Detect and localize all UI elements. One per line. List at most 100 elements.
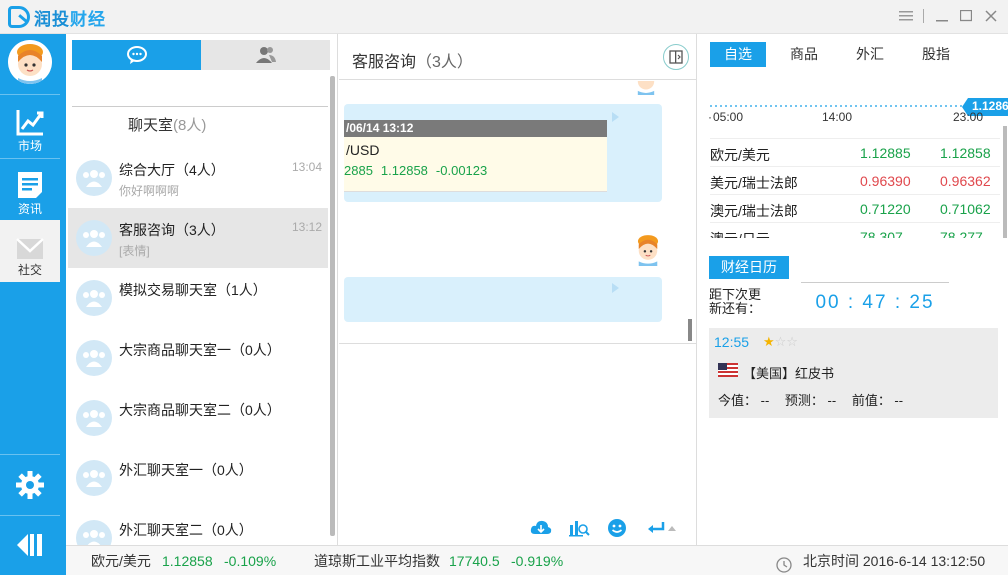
group-icon bbox=[76, 340, 112, 376]
time-tick: 14:00 bbox=[822, 110, 853, 124]
room-name: 模拟交易聊天室（1人） bbox=[119, 282, 267, 298]
close-icon[interactable] bbox=[980, 6, 1002, 26]
quote-value: 78.277 bbox=[940, 229, 983, 238]
chat-room-item[interactable]: 客服咨询（3人） 13:12 [表情] bbox=[68, 208, 328, 268]
avatar bbox=[631, 81, 661, 95]
chart-search-button[interactable] bbox=[568, 517, 590, 539]
send-button[interactable] bbox=[645, 517, 667, 539]
room-time: 13:04 bbox=[291, 160, 322, 174]
chat-room-item[interactable]: 模拟交易聊天室（1人） bbox=[68, 268, 328, 328]
quote-card-change: -0.00123 bbox=[435, 163, 488, 178]
chat-room-list: 综合大厅（4人） 13:04 你好啊啊啊 客服咨询（3人） 13:12 [表情]… bbox=[68, 148, 328, 568]
tab-indices[interactable]: 股指 bbox=[908, 42, 964, 67]
tab-watchlist[interactable]: 自选 bbox=[710, 42, 766, 67]
title-bar: 润投财经 bbox=[0, 0, 1008, 34]
room-list-scrollbar[interactable] bbox=[330, 76, 335, 536]
room-time: 13:12 bbox=[291, 220, 322, 234]
room-name: 综合大厅（4人） bbox=[119, 162, 225, 178]
chat-room-item[interactable]: 大宗商品聊天室二（0人） bbox=[68, 388, 328, 448]
input-divider bbox=[339, 343, 697, 344]
countdown-label: 距下次更新还有： bbox=[709, 287, 762, 316]
logo-text-part2: 财经 bbox=[70, 9, 106, 29]
quote-value: 1.12858 bbox=[940, 145, 991, 161]
separator bbox=[917, 6, 931, 26]
minimize-icon[interactable] bbox=[931, 6, 953, 26]
finance-calendar-button[interactable]: 财经日历 bbox=[709, 256, 789, 279]
time-tick: 05:00 bbox=[713, 110, 744, 124]
group-icon bbox=[76, 460, 112, 496]
quote-share-card[interactable]: /06/14 13:12 /USD 2885 1.12858 -0.00123 bbox=[344, 120, 607, 192]
event-current: 今值： -- bbox=[718, 393, 770, 408]
room-name: 大宗商品聊天室二（0人） bbox=[119, 402, 281, 418]
smiley-icon bbox=[608, 519, 626, 537]
chat-room-heading-title: 聊天室 bbox=[128, 117, 174, 134]
table-row[interactable]: 美元/瑞士法郎 0.96390 0.96362 bbox=[710, 166, 1000, 194]
quote-value: 0.96390 bbox=[860, 173, 911, 189]
quote-card-header: /06/14 13:12 bbox=[344, 120, 607, 137]
contacts-icon bbox=[255, 47, 276, 63]
chat-room-item[interactable]: 综合大厅（4人） 13:04 你好啊啊啊 bbox=[68, 148, 328, 208]
chat-bubble-icon bbox=[126, 46, 147, 64]
quote-name: 澳元/瑞士法郎 bbox=[710, 203, 798, 219]
time-tick: · bbox=[708, 110, 712, 124]
menu-icon[interactable] bbox=[895, 6, 917, 26]
status-ticker-name: 道琼斯工业平均指数 bbox=[314, 553, 440, 569]
market-chart-icon bbox=[16, 110, 44, 136]
status-ticker-change: -0.109% bbox=[224, 553, 277, 569]
quote-value: 0.71062 bbox=[940, 201, 991, 217]
chat-room-item[interactable]: 大宗商品聊天室一（0人） bbox=[68, 328, 328, 388]
chat-title-name: 客服咨询 bbox=[352, 54, 417, 71]
quote-scrollbar[interactable] bbox=[1003, 126, 1007, 238]
quote-value: 78.307 bbox=[860, 229, 903, 238]
nav-item-market[interactable]: 市场 bbox=[0, 96, 60, 158]
tab-commodities[interactable]: 商品 bbox=[776, 42, 832, 67]
message-scrollbar[interactable] bbox=[688, 319, 692, 341]
cloud-download-button[interactable] bbox=[530, 517, 552, 539]
app-logo: 润投财经 bbox=[8, 5, 106, 30]
event-time: 12:55 bbox=[714, 334, 750, 350]
nav-item-news-label: 资讯 bbox=[17, 202, 42, 216]
quote-name: 欧元/美元 bbox=[710, 147, 770, 163]
room-preview: 你好啊啊啊 bbox=[119, 184, 180, 198]
settings-button[interactable] bbox=[0, 456, 60, 514]
logo-text: 润投财经 bbox=[34, 5, 106, 30]
event-values: 今值： -- 预测： -- 前值： -- bbox=[718, 390, 915, 409]
nav-item-market-label: 市场 bbox=[17, 139, 42, 153]
countdown-timer: 00 : 47 : 25 bbox=[815, 292, 935, 313]
room-name: 外汇聊天室二（0人） bbox=[119, 522, 253, 538]
group-icon bbox=[76, 280, 112, 316]
importance-stars: ★☆☆ bbox=[763, 334, 798, 349]
chat-room-heading-count: (8人) bbox=[173, 117, 207, 134]
avatar[interactable] bbox=[8, 40, 52, 84]
chat-window: 客服咨询（3人） /06/14 13:12 /USD 2885 1.12858 -0… bbox=[339, 34, 697, 545]
table-row[interactable]: 澳元/日元 78.307 78.277 bbox=[710, 222, 1000, 238]
message-bubble: /06/14 13:12 /USD 2885 1.12858 -0.00123 bbox=[344, 104, 662, 202]
toggle-sidepanel-button[interactable] bbox=[663, 44, 689, 70]
nav-item-news[interactable]: 资讯 bbox=[0, 159, 60, 221]
group-icon bbox=[76, 220, 112, 256]
tab-contacts[interactable] bbox=[201, 40, 330, 70]
enter-key-icon bbox=[648, 522, 665, 533]
room-preview: [表情] bbox=[119, 244, 150, 258]
calendar-event-card[interactable]: 12:55 ★☆☆ 【美国】红皮书 今值： -- 预测： -- 前值： -- bbox=[709, 328, 998, 418]
tab-chats[interactable] bbox=[72, 40, 201, 70]
quote-card-value: 1.12858 bbox=[380, 163, 428, 178]
nav-item-social[interactable]: 社交 bbox=[0, 220, 60, 282]
room-name: 外汇聊天室一（0人） bbox=[119, 462, 253, 478]
chat-list-tabs bbox=[72, 40, 330, 70]
send-options-chevron-up-icon[interactable] bbox=[667, 517, 677, 539]
room-name: 大宗商品聊天室一（0人） bbox=[119, 342, 281, 358]
table-row[interactable]: 澳元/瑞士法郎 0.71220 0.71062 bbox=[710, 194, 1000, 222]
message-area: /06/14 13:12 /USD 2885 1.12858 -0.00123 bbox=[339, 81, 689, 343]
event-forecast: 预测： -- bbox=[784, 393, 837, 408]
logo-text-part1: 润投 bbox=[34, 9, 70, 29]
logout-button[interactable] bbox=[0, 516, 60, 574]
status-ticker-price: 17740.5 bbox=[449, 553, 500, 569]
expand-panel-icon bbox=[669, 50, 683, 64]
cloud-download-icon bbox=[530, 520, 552, 534]
table-row[interactable]: 欧元/美元 1.12885 1.12858 bbox=[710, 138, 1000, 166]
emoji-button[interactable] bbox=[606, 517, 628, 539]
maximize-icon[interactable] bbox=[955, 6, 977, 26]
tab-forex[interactable]: 外汇 bbox=[842, 42, 898, 67]
chat-room-item[interactable]: 外汇聊天室一（0人） bbox=[68, 448, 328, 508]
